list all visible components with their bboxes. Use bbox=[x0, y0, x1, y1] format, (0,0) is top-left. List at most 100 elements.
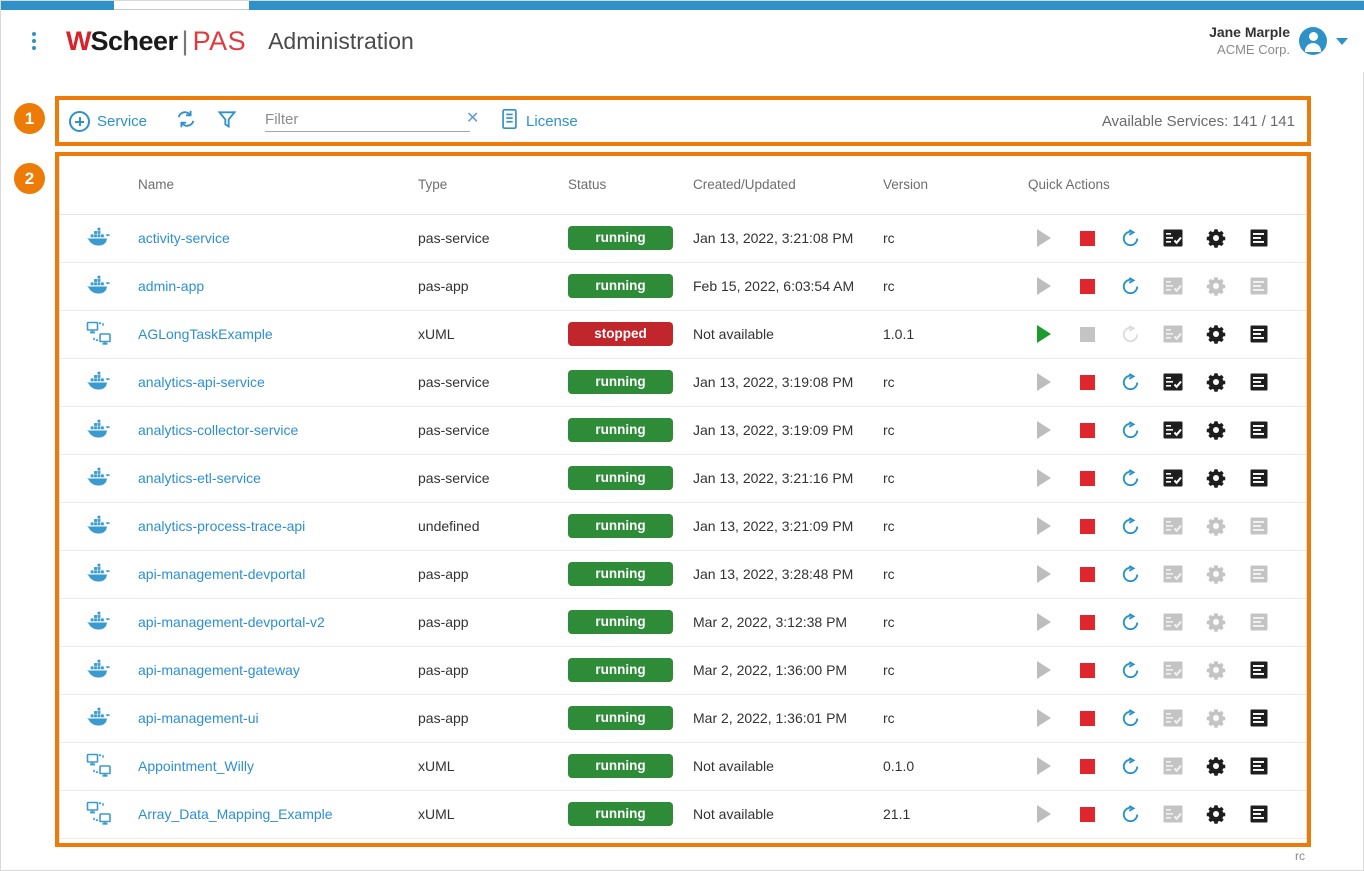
service-type-icon-cell bbox=[60, 550, 138, 598]
table-row[interactable]: analytics-process-trace-apiundefinedrunn… bbox=[60, 502, 1306, 550]
stop-icon[interactable] bbox=[1077, 756, 1097, 776]
stop-icon[interactable] bbox=[1077, 516, 1097, 536]
service-type-cell: pas-app bbox=[418, 598, 568, 646]
column-header-type[interactable]: Type bbox=[418, 156, 568, 214]
refresh-icon[interactable] bbox=[175, 108, 197, 135]
column-header-name[interactable]: Name bbox=[138, 156, 418, 214]
settings-gear-icon[interactable] bbox=[1206, 420, 1226, 440]
table-row[interactable]: admin-apppas-apprunningFeb 15, 2022, 6:0… bbox=[60, 262, 1306, 310]
details-list-icon[interactable] bbox=[1249, 804, 1269, 824]
table-row[interactable]: Array_Data_Mapping_ExamplexUMLrunningNot… bbox=[60, 790, 1306, 838]
filter-field[interactable]: ✕ bbox=[265, 111, 470, 132]
service-name-link[interactable]: api-management-ui bbox=[138, 710, 259, 726]
details-list-icon[interactable] bbox=[1249, 756, 1269, 776]
table-row[interactable]: api-management-devportal-v2pas-apprunnin… bbox=[60, 598, 1306, 646]
service-name-link[interactable]: analytics-etl-service bbox=[138, 470, 261, 486]
logs-check-icon[interactable] bbox=[1163, 468, 1183, 488]
restart-icon[interactable] bbox=[1120, 420, 1140, 440]
accent-gap bbox=[114, 1, 249, 10]
table-row[interactable]: analytics-api-servicepas-servicerunningJ… bbox=[60, 358, 1306, 406]
restart-icon[interactable] bbox=[1120, 228, 1140, 248]
table-row[interactable]: api-management-gatewaypas-apprunningMar … bbox=[60, 646, 1306, 694]
user-avatar-icon[interactable] bbox=[1299, 27, 1327, 55]
details-list-icon[interactable] bbox=[1249, 660, 1269, 680]
status-badge: running bbox=[568, 514, 673, 538]
logs-check-icon[interactable] bbox=[1163, 420, 1183, 440]
service-name-link[interactable]: analytics-collector-service bbox=[138, 422, 298, 438]
restart-icon[interactable] bbox=[1120, 468, 1140, 488]
stop-icon[interactable] bbox=[1077, 564, 1097, 584]
details-list-icon[interactable] bbox=[1249, 228, 1269, 248]
stop-icon[interactable] bbox=[1077, 420, 1097, 440]
service-status-cell: running bbox=[568, 262, 693, 310]
table-row[interactable]: api-management-devportalpas-apprunningJa… bbox=[60, 550, 1306, 598]
table-row[interactable]: analytics-collector-servicepas-serviceru… bbox=[60, 406, 1306, 454]
table-row[interactable]: activity-servicepas-servicerunningJan 13… bbox=[60, 214, 1306, 262]
stop-icon[interactable] bbox=[1077, 708, 1097, 728]
details-list-icon[interactable] bbox=[1249, 372, 1269, 392]
license-button[interactable]: License bbox=[500, 108, 578, 134]
restart-icon[interactable] bbox=[1120, 660, 1140, 680]
service-name-link[interactable]: activity-service bbox=[138, 230, 230, 246]
start-icon[interactable] bbox=[1034, 324, 1054, 344]
service-name-link[interactable]: api-management-gateway bbox=[138, 662, 300, 678]
settings-gear-icon[interactable] bbox=[1206, 804, 1226, 824]
settings-gear-icon[interactable] bbox=[1206, 372, 1226, 392]
service-name-link[interactable]: api-management-devportal-v2 bbox=[138, 614, 325, 630]
stop-icon[interactable] bbox=[1077, 660, 1097, 680]
status-badge: running bbox=[568, 802, 673, 826]
stop-icon[interactable] bbox=[1077, 276, 1097, 296]
table-row[interactable]: analytics-etl-servicepas-servicerunningJ… bbox=[60, 454, 1306, 502]
logs-check-icon[interactable] bbox=[1163, 228, 1183, 248]
service-created-updated-cell: Feb 15, 2022, 6:03:54 AM bbox=[693, 262, 883, 310]
restart-icon[interactable] bbox=[1120, 708, 1140, 728]
restart-icon[interactable] bbox=[1120, 564, 1140, 584]
service-name-link[interactable]: analytics-api-service bbox=[138, 374, 265, 390]
column-header-version[interactable]: Version bbox=[883, 156, 1028, 214]
restart-icon[interactable] bbox=[1120, 516, 1140, 536]
start-icon bbox=[1034, 756, 1054, 776]
table-row[interactable]: Appointment_WillyxUMLrunningNot availabl… bbox=[60, 742, 1306, 790]
kebab-menu-icon[interactable] bbox=[12, 32, 56, 50]
search-input[interactable] bbox=[265, 111, 464, 128]
stop-icon[interactable] bbox=[1077, 228, 1097, 248]
settings-gear-icon[interactable] bbox=[1206, 468, 1226, 488]
add-service-button[interactable]: Service bbox=[69, 111, 147, 132]
service-name-link[interactable]: Appointment_Willy bbox=[138, 758, 254, 774]
table-row[interactable]: api-management-uipas-apprunningMar 2, 20… bbox=[60, 694, 1306, 742]
restart-icon[interactable] bbox=[1120, 276, 1140, 296]
chevron-down-icon[interactable] bbox=[1336, 38, 1348, 45]
service-name-link[interactable]: admin-app bbox=[138, 278, 204, 294]
details-list-icon[interactable] bbox=[1249, 420, 1269, 440]
clear-x-icon[interactable]: ✕ bbox=[464, 111, 481, 127]
stop-icon[interactable] bbox=[1077, 804, 1097, 824]
service-name-link[interactable]: AGLongTaskExample bbox=[138, 326, 273, 342]
settings-gear-icon[interactable] bbox=[1206, 756, 1226, 776]
stop-icon[interactable] bbox=[1077, 612, 1097, 632]
settings-gear-icon[interactable] bbox=[1206, 324, 1226, 344]
service-created-updated-cell: Jan 13, 2022, 3:21:16 PM bbox=[693, 454, 883, 502]
app-header: W Scheer | PAS Administration Jane Marpl… bbox=[2, 10, 1364, 72]
restart-icon[interactable] bbox=[1120, 612, 1140, 632]
restart-icon[interactable] bbox=[1120, 756, 1140, 776]
service-name-link[interactable]: analytics-process-trace-api bbox=[138, 518, 305, 534]
details-list-icon[interactable] bbox=[1249, 468, 1269, 488]
funnel-icon[interactable] bbox=[217, 109, 237, 134]
admin-window: W Scheer | PAS Administration Jane Marpl… bbox=[0, 0, 1364, 871]
column-header-created-updated[interactable]: Created/Updated bbox=[693, 156, 883, 214]
restart-icon[interactable] bbox=[1120, 372, 1140, 392]
stop-icon[interactable] bbox=[1077, 372, 1097, 392]
restart-icon[interactable] bbox=[1120, 804, 1140, 824]
logs-check-icon[interactable] bbox=[1163, 372, 1183, 392]
details-list-icon[interactable] bbox=[1249, 324, 1269, 344]
settings-gear-icon[interactable] bbox=[1206, 228, 1226, 248]
details-list-icon[interactable] bbox=[1249, 708, 1269, 728]
service-name-link[interactable]: Array_Data_Mapping_Example bbox=[138, 806, 333, 822]
column-header-quick-actions: Quick Actions bbox=[1028, 156, 1306, 214]
stop-icon[interactable] bbox=[1077, 468, 1097, 488]
restart-icon bbox=[1120, 324, 1140, 344]
column-header-status[interactable]: Status bbox=[568, 156, 693, 214]
service-name-link[interactable]: api-management-devportal bbox=[138, 566, 305, 582]
service-created-updated-cell: Mar 2, 2022, 1:36:00 PM bbox=[693, 646, 883, 694]
table-row[interactable]: AGLongTaskExamplexUMLstoppedNot availabl… bbox=[60, 310, 1306, 358]
